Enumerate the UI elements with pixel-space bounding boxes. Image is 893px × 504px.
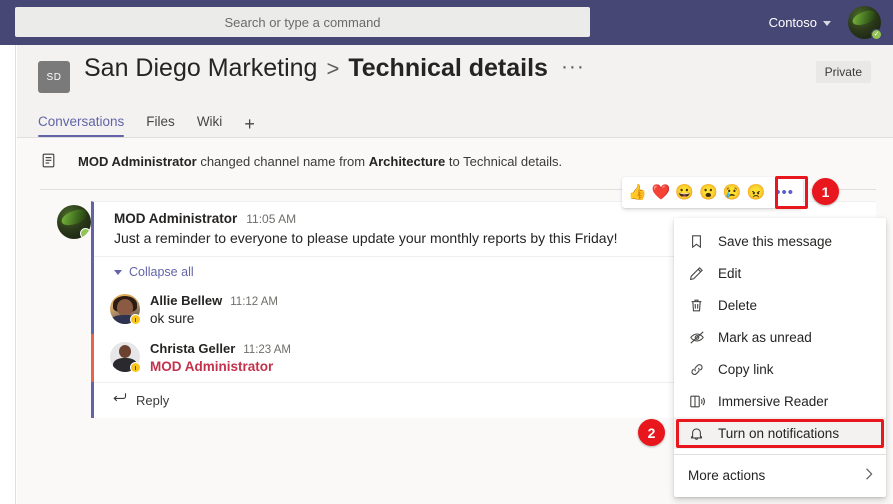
menu-item-label: Turn on notifications: [718, 426, 874, 441]
channel-rename-icon: [40, 152, 58, 170]
menu-item-label: More actions: [688, 468, 851, 483]
tenant-label: Contoso: [769, 15, 817, 30]
avatar-image: [60, 207, 89, 227]
tab-conversations[interactable]: Conversations: [38, 114, 124, 137]
menu-item-label: Save this message: [718, 234, 874, 249]
menu-divider: [674, 454, 886, 455]
channel-tabs: Conversations Files Wiki +: [17, 104, 893, 138]
angry-reaction[interactable]: 😠: [746, 185, 765, 200]
reaction-bar: 👍 ❤️ 😀 😮 😢 😠 •••: [622, 177, 803, 208]
immersive-reader-icon: [688, 393, 705, 410]
link-icon: [688, 361, 705, 378]
eye-slash-icon: [688, 329, 705, 346]
system-message-actor: MOD Administrator: [78, 154, 197, 169]
tenant-switcher[interactable]: Contoso: [769, 0, 831, 45]
message-author: MOD Administrator: [114, 211, 237, 226]
bell-icon: [688, 425, 705, 442]
left-rail: [0, 45, 16, 504]
system-message-new-name: Technical details: [463, 154, 558, 169]
menu-item-copy-link[interactable]: Copy link: [674, 353, 886, 385]
channel-header: SD San Diego Marketing > Technical detai…: [17, 45, 893, 104]
system-message-text: MOD Administrator changed channel name f…: [78, 154, 562, 169]
breadcrumb: San Diego Marketing > Technical details …: [84, 54, 585, 83]
team-avatar: SD: [38, 61, 70, 93]
page-title: Technical details: [348, 54, 548, 83]
search-input[interactable]: Search or type a command: [15, 7, 590, 37]
message-context-menu: Save this message Edit Delete: [674, 218, 886, 497]
available-status-icon: [80, 228, 91, 239]
away-status-icon: [130, 362, 141, 373]
reply-label[interactable]: Reply: [136, 393, 169, 408]
heart-reaction[interactable]: ❤️: [652, 185, 671, 200]
laugh-reaction[interactable]: 😀: [675, 185, 694, 200]
more-options-button[interactable]: •••: [772, 181, 797, 205]
reply-arrow-icon: [112, 391, 127, 409]
menu-item-edit[interactable]: Edit: [674, 257, 886, 289]
menu-item-delete[interactable]: Delete: [674, 289, 886, 321]
breadcrumb-separator: >: [326, 56, 339, 82]
thumbs-up-reaction[interactable]: 👍: [628, 185, 647, 200]
collapse-all-label[interactable]: Collapse all: [129, 265, 194, 279]
reply-timestamp: 11:23 AM: [243, 344, 291, 356]
avatar: [57, 205, 91, 239]
avatar-face: [119, 345, 131, 358]
chevron-down-icon: [823, 21, 831, 26]
menu-item-label: Immersive Reader: [718, 394, 874, 409]
reply-timestamp: 11:12 AM: [230, 296, 278, 308]
menu-item-label: Edit: [718, 266, 874, 281]
reply-author: Christa Geller: [150, 341, 235, 356]
system-message-text-1: changed channel name from: [197, 154, 369, 169]
tab-wiki[interactable]: Wiki: [197, 114, 223, 137]
message-timestamp: 11:05 AM: [246, 212, 296, 226]
menu-item-save-this-message[interactable]: Save this message: [674, 225, 886, 257]
menu-item-more-actions[interactable]: More actions: [674, 459, 886, 491]
surprised-reaction[interactable]: 😮: [699, 185, 718, 200]
sad-reaction[interactable]: 😢: [723, 185, 742, 200]
callout-badge-2: 2: [638, 419, 665, 446]
add-tab-button[interactable]: +: [244, 115, 255, 137]
menu-item-turn-on-notifications[interactable]: Turn on notifications: [674, 417, 886, 449]
menu-item-label: Delete: [718, 298, 874, 313]
tab-files[interactable]: Files: [146, 114, 175, 137]
channel-more-options-icon[interactable]: ···: [561, 56, 585, 77]
status-badge[interactable]: Private: [816, 61, 871, 83]
system-message-text-3: .: [559, 154, 563, 169]
app-top-bar: Search or type a command Contoso ✓: [0, 0, 893, 45]
avatar-face: [117, 299, 133, 316]
system-message: MOD Administrator changed channel name f…: [40, 152, 562, 170]
bookmark-icon: [688, 233, 705, 250]
away-status-icon: [130, 314, 141, 325]
reply-author: Allie Bellew: [150, 293, 222, 308]
avatar-image: [851, 9, 878, 28]
menu-item-label: Mark as unread: [718, 330, 874, 345]
menu-item-mark-as-unread[interactable]: Mark as unread: [674, 321, 886, 353]
pencil-icon: [688, 265, 705, 282]
chevron-right-icon: [864, 467, 874, 484]
search-placeholder-text: Search or type a command: [224, 15, 380, 30]
breadcrumb-team-name[interactable]: San Diego Marketing: [84, 54, 317, 83]
system-message-old-name: Architecture: [369, 154, 446, 169]
system-message-text-2: to: [445, 154, 463, 169]
trash-icon: [688, 297, 705, 314]
callout-badge-1: 1: [812, 178, 839, 205]
menu-item-label: Copy link: [718, 362, 874, 377]
menu-item-immersive-reader[interactable]: Immersive Reader: [674, 385, 886, 417]
chevron-down-icon: [114, 270, 122, 275]
available-check-icon: ✓: [871, 29, 882, 40]
